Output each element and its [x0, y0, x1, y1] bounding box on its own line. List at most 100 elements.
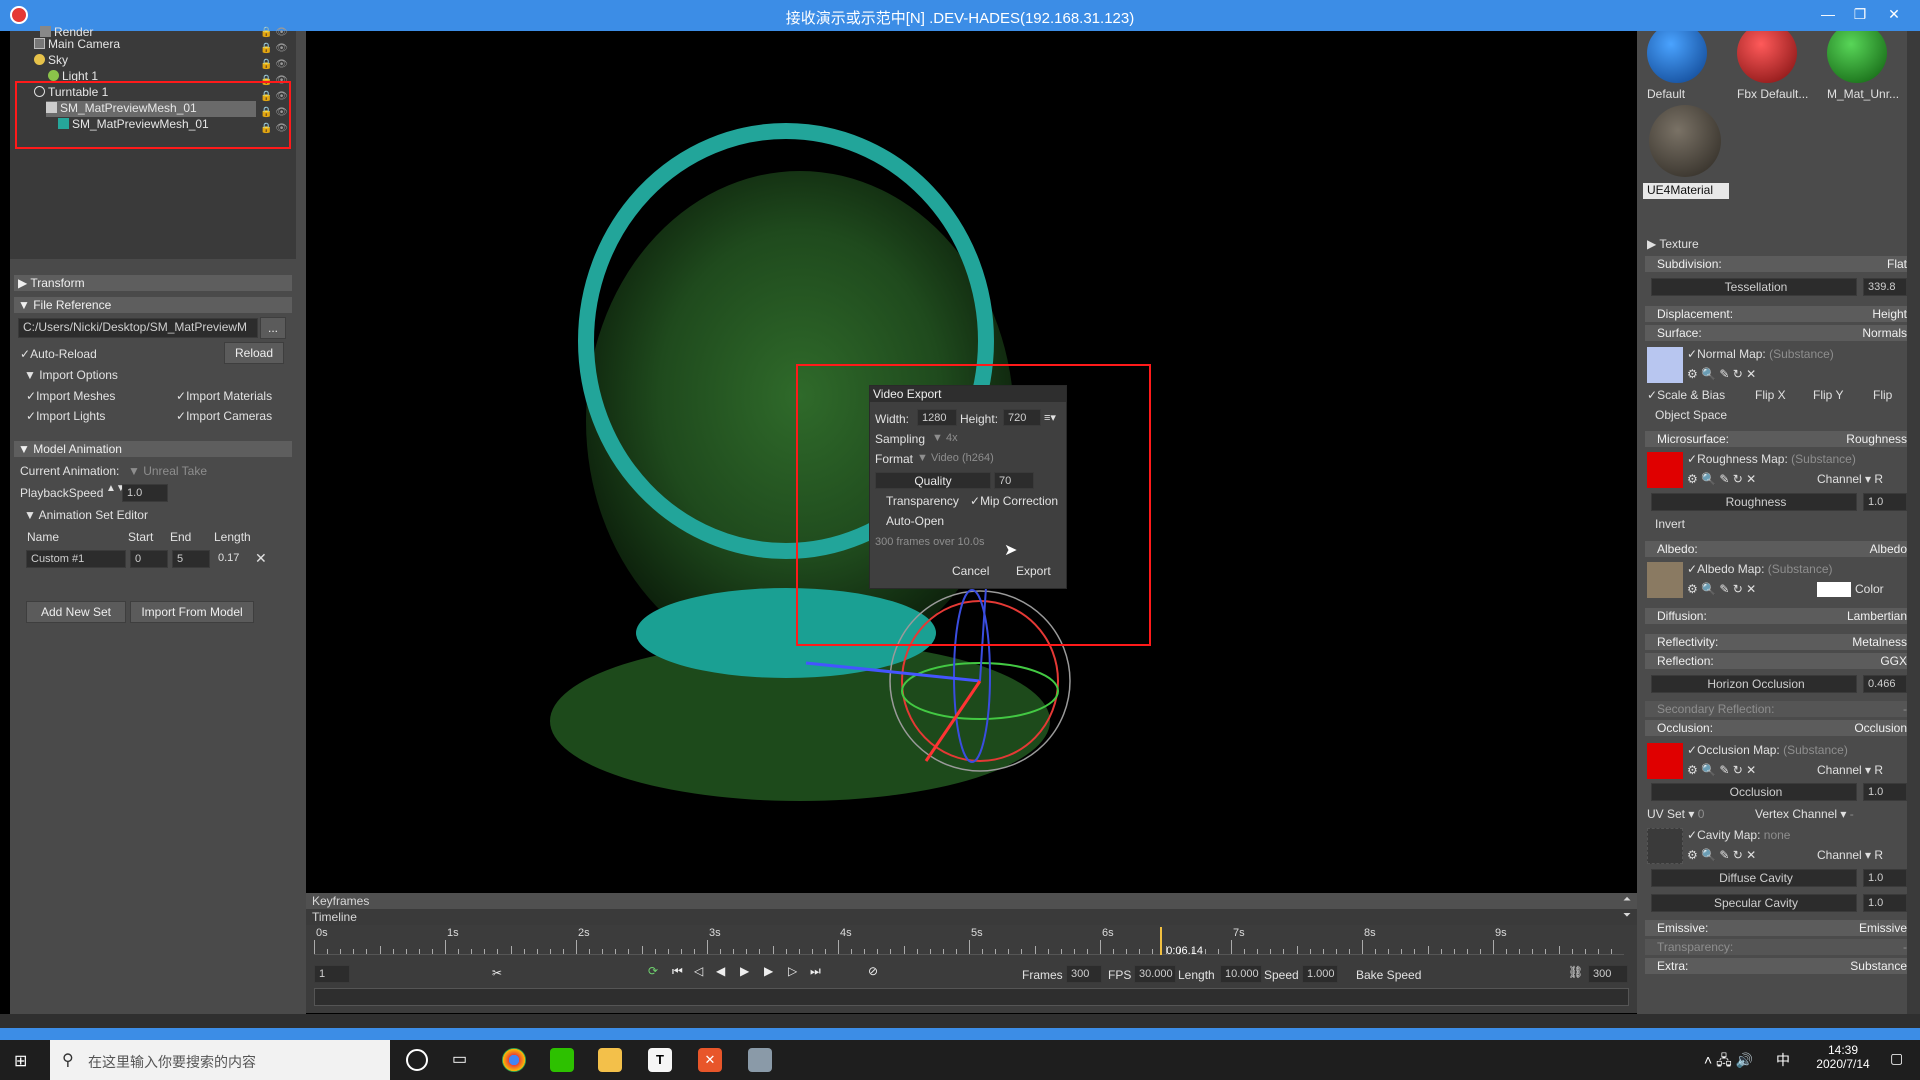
map-tools-icons[interactable]: ⚙ 🔍 ✎ ↻ ✕ [1687, 763, 1756, 777]
map-tools-icons[interactable]: ⚙ 🔍 ✎ ↻ ✕ [1687, 367, 1756, 381]
emissive-header[interactable]: Emissive: Emissive [1645, 920, 1907, 936]
import-from-model-button[interactable]: Import From Model [130, 601, 254, 623]
link-icon[interactable]: ⛓ [1568, 965, 1583, 979]
text-editor-icon[interactable]: T [648, 1048, 672, 1072]
notification-icon[interactable]: ▢ [1890, 1050, 1903, 1067]
albedo-map-swatch[interactable] [1647, 562, 1683, 598]
albedo-map-label[interactable]: ✓Albedo Map: (Substance) [1687, 562, 1833, 576]
remote-app-icon[interactable]: ✕ [698, 1048, 722, 1072]
map-tools-icons[interactable]: ⚙ 🔍 ✎ ↻ ✕ [1687, 848, 1756, 862]
step-back-icon[interactable]: ◀ [716, 964, 725, 978]
cavity-map-label[interactable]: ✓Cavity Map: none [1687, 828, 1790, 842]
roughness-map-label[interactable]: ✓Roughness Map: (Substance) [1687, 452, 1856, 466]
subdivision-header[interactable]: Subdivision: Flat [1645, 256, 1907, 272]
occlusion-slider[interactable]: Occlusion [1651, 783, 1857, 801]
clock[interactable]: 14:39 2020/7/14 [1808, 1043, 1878, 1071]
invert-checkbox[interactable]: Invert [1655, 517, 1685, 531]
time-ruler[interactable]: 0s 1s 2s 3s 4s 5s 6s 7s 8s 9s [314, 927, 1624, 955]
vertex-channel-dropdown[interactable]: Vertex Channel ▾ - [1755, 807, 1854, 821]
file-explorer-icon[interactable] [598, 1048, 622, 1072]
height-field[interactable]: 720 [1003, 409, 1041, 426]
specular-cavity-field[interactable]: 1.0 [1863, 894, 1907, 912]
import-materials-checkbox[interactable]: ✓Import Materials [176, 389, 272, 403]
tray-icons[interactable]: ˄ 🖧 🔊 [1704, 1050, 1753, 1074]
chrome-icon[interactable] [502, 1048, 526, 1072]
material-fbx-default[interactable]: Fbx Default... [1733, 31, 1808, 103]
minimize-button[interactable]: — [1814, 2, 1842, 26]
maximize-button[interactable]: ❐ [1846, 2, 1874, 26]
roughness-map-swatch[interactable] [1647, 452, 1683, 488]
import-lights-checkbox[interactable]: ✓Import Lights [26, 409, 105, 423]
frames-field[interactable]: 300 [1066, 965, 1102, 983]
resolution-presets-icon[interactable]: ≡▾ [1044, 411, 1056, 424]
flip-checkbox[interactable]: Flip [1873, 388, 1892, 402]
set-start-field[interactable]: 0 [130, 550, 168, 568]
diffuse-cavity-field[interactable]: 1.0 [1863, 869, 1907, 887]
timeline-header[interactable]: Timeline [306, 909, 1637, 925]
format-dropdown[interactable]: ▼ Video (h264) [917, 452, 994, 464]
object-space-checkbox[interactable]: Object Space [1655, 408, 1727, 422]
next-key-icon[interactable]: ▷ [788, 964, 797, 978]
auto-open-checkbox[interactable]: Auto-Open [886, 514, 944, 528]
first-frame-icon[interactable]: ⏮ [672, 964, 683, 979]
normal-map-swatch[interactable] [1647, 347, 1683, 383]
outliner-item-main-camera[interactable]: Main Camera [34, 37, 120, 53]
outliner-item-sky[interactable]: Sky [34, 53, 68, 69]
reflection-header[interactable]: Reflection: GGX [1645, 653, 1907, 669]
normal-map-label[interactable]: ✓Normal Map: (Substance) [1687, 347, 1834, 361]
map-tools-icons[interactable]: ⚙ 🔍 ✎ ↻ ✕ [1687, 472, 1756, 486]
occlusion-field[interactable]: 1.0 [1863, 783, 1907, 801]
set-name-field[interactable]: Custom #1 [26, 550, 126, 568]
frame-field[interactable]: 1 [314, 965, 350, 983]
tessellation-field[interactable]: 339.8 [1863, 278, 1907, 296]
horizon-occlusion-field[interactable]: 0.466 [1863, 675, 1907, 693]
horizon-occlusion-slider[interactable]: Horizon Occlusion [1651, 675, 1857, 693]
material-default[interactable]: Default [1643, 31, 1711, 103]
import-cameras-checkbox[interactable]: ✓Import Cameras [176, 409, 272, 423]
channel-dropdown[interactable]: Channel ▾ R [1817, 763, 1883, 777]
import-options-header[interactable]: ▼ Import Options [24, 368, 118, 382]
lock-eye-icon[interactable]: 🔒 👁 [260, 27, 288, 38]
loop-icon[interactable]: ⟳ [648, 964, 658, 978]
expand-icon[interactable]: ⏷ [1623, 910, 1631, 921]
add-new-set-button[interactable]: Add New Set [26, 601, 126, 623]
speed-field[interactable]: 1.000 [1302, 965, 1338, 983]
channel-dropdown[interactable]: Channel ▾ R [1817, 848, 1883, 862]
wechat-icon[interactable] [550, 1048, 574, 1072]
file-reference-header[interactable]: ▼ File Reference [14, 297, 292, 313]
occlusion-map-label[interactable]: ✓Occlusion Map: (Substance) [1687, 743, 1848, 757]
cortana-icon[interactable] [406, 1049, 428, 1071]
keyframes-header[interactable]: Keyframes [306, 893, 1637, 909]
play-icon[interactable]: ▶ [740, 964, 749, 978]
animation-set-editor-header[interactable]: ▼ Animation Set Editor [24, 508, 148, 522]
taskbar-search-box[interactable]: ⚲ 在这里输入你要搜索的内容 [50, 1040, 390, 1080]
right-scrollbar[interactable] [1907, 31, 1920, 1014]
keyframe-track[interactable] [314, 988, 1629, 1006]
last-frame-icon[interactable]: ⏭ [810, 964, 821, 979]
flip-y-checkbox[interactable]: Flip Y [1813, 388, 1843, 402]
ime-indicator[interactable]: 中 [1776, 1050, 1790, 1070]
length-field[interactable]: 10.000 [1220, 965, 1262, 983]
close-button[interactable]: ✕ [1880, 2, 1908, 26]
transparency-checkbox[interactable]: Transparency [886, 494, 959, 508]
secondary-reflection-header[interactable]: Secondary Reflection: - [1645, 701, 1907, 717]
roughness-field[interactable]: 1.0 [1863, 493, 1907, 511]
channel-dropdown[interactable]: Channel ▾ R [1817, 472, 1883, 486]
quality-slider[interactable]: Quality [875, 472, 991, 489]
playhead[interactable] [1160, 927, 1163, 955]
snap-icon[interactable]: ✂ [492, 966, 502, 980]
file-path-field[interactable]: C:/Users/Nicki/Desktop/SM_MatPreviewM [18, 318, 258, 338]
remote-desktop-icon[interactable] [748, 1048, 772, 1072]
reflectivity-header[interactable]: Reflectivity: Metalness [1645, 634, 1907, 650]
windows-start-icon[interactable]: ⊞ [14, 1051, 32, 1070]
lock-eye-icon[interactable]: 🔒 👁 [260, 43, 288, 54]
export-button[interactable]: Export [1016, 564, 1051, 578]
roughness-slider[interactable]: Roughness [1651, 493, 1857, 511]
current-animation-dropdown[interactable]: ▼ Unreal Take [128, 464, 207, 478]
fps-field[interactable]: 30.000 [1134, 965, 1176, 983]
lock-eye-icon[interactable]: 🔒 👁 [260, 59, 288, 70]
task-view-icon[interactable]: ▭ [452, 1049, 474, 1071]
color-swatch[interactable] [1817, 582, 1851, 597]
material-m-mat-unr[interactable]: M_Mat_Unr... [1823, 31, 1899, 103]
step-forward-icon[interactable]: ▶ [764, 964, 773, 978]
